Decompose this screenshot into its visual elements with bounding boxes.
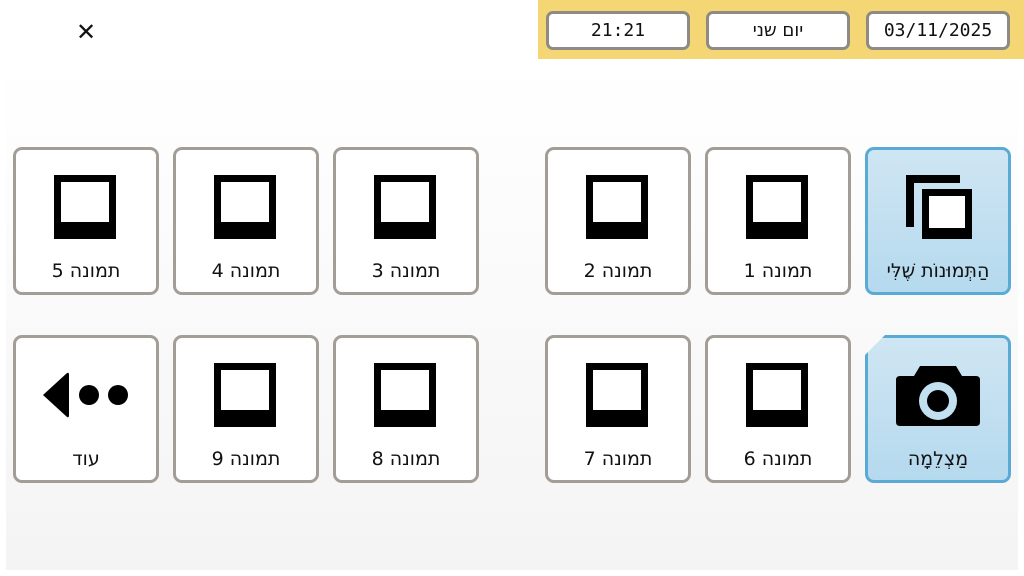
tile-my-photos[interactable]: הַתְּמוּנוֹת שֶׁלִּי — [865, 147, 1011, 295]
photo-frame-icon — [214, 363, 276, 427]
photo-frame-icon — [746, 363, 808, 427]
close-icon: ✕ — [75, 18, 97, 46]
tile-photo-7[interactable]: תמונה 7 — [545, 335, 691, 483]
tile-label: עוד — [72, 448, 100, 470]
tile-label: תמונה 6 — [743, 448, 813, 470]
tile-label: הַתְּמוּנוֹת שֶׁלִּי — [886, 260, 990, 282]
tile-label: תמונה 3 — [371, 260, 441, 282]
time-display: 21:21 — [546, 11, 690, 50]
tile-camera[interactable]: מַצְלֵמָה — [865, 335, 1011, 483]
tile-photo-3[interactable]: תמונה 3 — [333, 147, 479, 295]
tile-more[interactable]: עוד — [13, 335, 159, 483]
date-display: 03/11/2025 — [866, 11, 1010, 50]
photo-frame-icon — [374, 363, 436, 427]
main-area — [6, 60, 1018, 570]
photo-frame-icon — [374, 175, 436, 239]
tile-label: תמונה 1 — [743, 260, 813, 282]
tile-label: תמונה 9 — [211, 448, 281, 470]
photo-frame-icon — [586, 175, 648, 239]
tile-photo-1[interactable]: תמונה 1 — [705, 147, 851, 295]
close-button[interactable]: ✕ — [66, 12, 106, 52]
tile-label: תמונה 2 — [583, 260, 653, 282]
tile-label: תמונה 5 — [51, 260, 121, 282]
photo-frame-icon — [586, 363, 648, 427]
tile-photo-5[interactable]: תמונה 5 — [13, 147, 159, 295]
tile-label: תמונה 4 — [211, 260, 281, 282]
day-display: יום שני — [706, 11, 850, 50]
photo-stack-icon — [906, 175, 972, 239]
more-arrow-icon — [43, 372, 128, 418]
tile-photo-9[interactable]: תמונה 9 — [173, 335, 319, 483]
tile-photo-2[interactable]: תמונה 2 — [545, 147, 691, 295]
camera-icon — [896, 366, 980, 426]
photo-frame-icon — [214, 175, 276, 239]
status-bar: 21:21 יום שני 03/11/2025 — [538, 0, 1024, 59]
photo-frame-icon — [746, 175, 808, 239]
tile-photo-4[interactable]: תמונה 4 — [173, 147, 319, 295]
photo-frame-icon — [54, 175, 116, 239]
tile-photo-6[interactable]: תמונה 6 — [705, 335, 851, 483]
tile-label: מַצְלֵמָה — [907, 448, 969, 470]
tile-photo-8[interactable]: תמונה 8 — [333, 335, 479, 483]
tile-label: תמונה 7 — [583, 448, 653, 470]
tile-label: תמונה 8 — [371, 448, 441, 470]
